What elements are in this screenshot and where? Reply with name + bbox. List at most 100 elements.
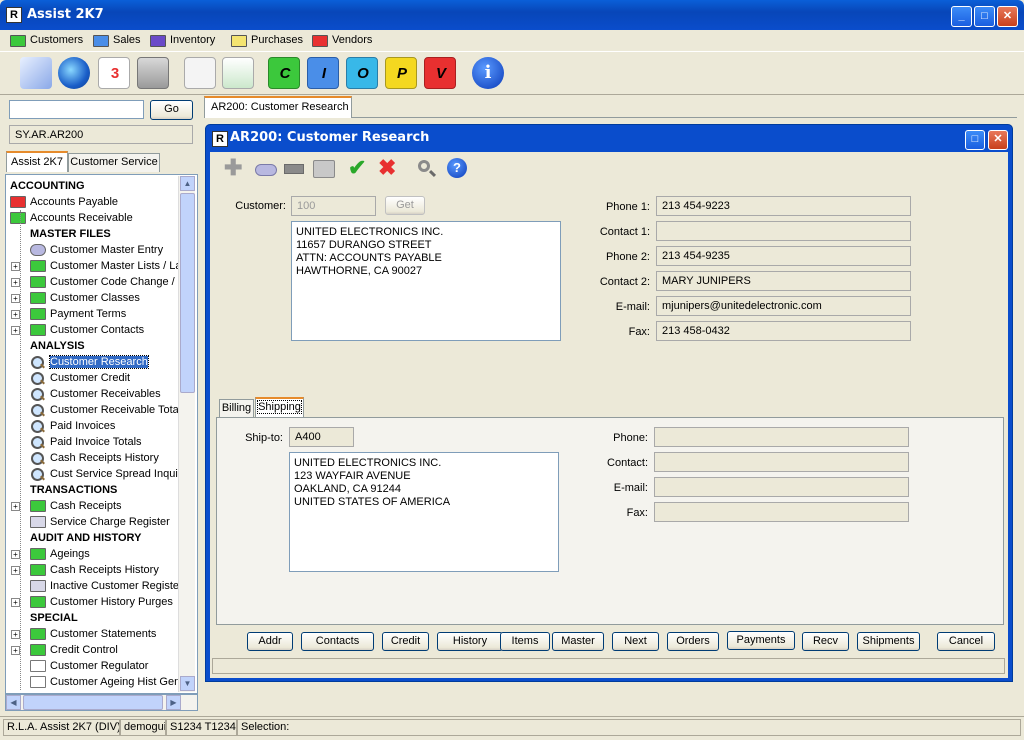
- orders-button[interactable]: Orders: [667, 632, 719, 651]
- menu-sales[interactable]: Sales: [93, 32, 141, 49]
- go-button[interactable]: Go: [150, 100, 193, 120]
- tree-item[interactable]: Inactive Customer Register: [6, 578, 178, 594]
- customer-address[interactable]: UNITED ELECTRONICS INC. 11657 DURANGO ST…: [291, 221, 561, 341]
- tree-item[interactable]: Paid Invoices: [6, 418, 178, 434]
- tree-item[interactable]: + Cash Receipts: [6, 498, 178, 514]
- tree-vertical-scrollbar[interactable]: ▲ ▼: [178, 176, 195, 692]
- tree-item[interactable]: + Ageings: [6, 546, 178, 562]
- menu-purchases[interactable]: Purchases: [231, 32, 303, 49]
- document-icon[interactable]: [184, 57, 216, 89]
- scroll-thumb[interactable]: [180, 193, 195, 393]
- expand-icon[interactable]: +: [11, 294, 20, 303]
- tree-item[interactable]: Customer Research: [6, 354, 178, 370]
- menu-vendors[interactable]: Vendors: [312, 32, 372, 49]
- close-button[interactable]: ✕: [997, 6, 1018, 27]
- form-close-button[interactable]: ✕: [988, 130, 1008, 150]
- print-icon[interactable]: [313, 160, 335, 178]
- tree-item[interactable]: Paid Invoice Totals: [6, 434, 178, 450]
- tree-item[interactable]: + Customer Classes: [6, 290, 178, 306]
- expand-icon[interactable]: +: [11, 550, 20, 559]
- tree-item[interactable]: Customer Receivable Total: [6, 402, 178, 418]
- cancel-x-icon[interactable]: ✖: [378, 156, 402, 180]
- cancel-button[interactable]: Cancel: [937, 632, 995, 651]
- tree-item[interactable]: Customer Ageing Hist Gene: [6, 674, 178, 690]
- tree-item[interactable]: Accounts Payable: [6, 194, 178, 210]
- hscroll-thumb[interactable]: [23, 695, 163, 710]
- tree-item[interactable]: + Customer Statements: [6, 626, 178, 642]
- expand-icon[interactable]: +: [11, 502, 20, 511]
- form-maximize-button[interactable]: □: [965, 130, 985, 150]
- tree-item[interactable]: + Cash Receipts History: [6, 562, 178, 578]
- contact2-field[interactable]: MARY JUNIPERS: [656, 271, 911, 291]
- minus-icon[interactable]: [284, 164, 304, 174]
- orders-folder-icon[interactable]: O: [346, 57, 378, 89]
- search-input[interactable]: [9, 100, 144, 119]
- tab-billing[interactable]: Billing: [219, 399, 254, 417]
- maximize-button[interactable]: □: [974, 6, 995, 27]
- contacts-button[interactable]: Contacts: [301, 632, 374, 651]
- expand-icon[interactable]: +: [11, 630, 20, 639]
- menu-inventory[interactable]: Inventory: [150, 32, 215, 49]
- expand-icon[interactable]: +: [11, 262, 20, 271]
- payments-button[interactable]: Payments: [727, 631, 795, 650]
- tree-item[interactable]: Customer Regulator: [6, 658, 178, 674]
- tree-item[interactable]: + Payment Terms: [6, 306, 178, 322]
- tree-item[interactable]: Customer Master Entry: [6, 242, 178, 258]
- calculator-icon[interactable]: [137, 57, 169, 89]
- customers-folder-icon[interactable]: C: [268, 57, 300, 89]
- mail-icon[interactable]: [20, 57, 52, 89]
- vendors-folder-icon[interactable]: V: [424, 57, 456, 89]
- globe-icon[interactable]: [58, 57, 90, 89]
- info-icon[interactable]: i: [472, 57, 504, 89]
- tree-item[interactable]: Cash Receipts History: [6, 450, 178, 466]
- purchases-folder-icon[interactable]: P: [385, 57, 417, 89]
- tree-item[interactable]: + Customer Code Change / D: [6, 274, 178, 290]
- help-icon[interactable]: ?: [447, 158, 467, 178]
- ship-email-field[interactable]: [654, 477, 909, 497]
- expand-icon[interactable]: +: [11, 566, 20, 575]
- history-button[interactable]: History: [437, 632, 503, 651]
- ship-fax-field[interactable]: [654, 502, 909, 522]
- report-icon[interactable]: [222, 57, 254, 89]
- tab-ar200[interactable]: AR200: Customer Research: [204, 96, 352, 118]
- tree-item[interactable]: Service Charge Register: [6, 514, 178, 530]
- fax-field[interactable]: 213 458-0432: [656, 321, 911, 341]
- items-button[interactable]: Items: [500, 632, 550, 651]
- tree-item[interactable]: Customer Receivables: [6, 386, 178, 402]
- tree-item[interactable]: + Customer Master Lists / Lab: [6, 258, 178, 274]
- check-icon[interactable]: ✔: [348, 156, 372, 180]
- recv-button[interactable]: Recv: [802, 632, 849, 651]
- tree-item[interactable]: + Customer Contacts: [6, 322, 178, 338]
- tree-item[interactable]: Cust Service Spread Inquir: [6, 466, 178, 482]
- expand-icon[interactable]: +: [11, 646, 20, 655]
- ship-phone-field[interactable]: [654, 427, 909, 447]
- search-icon[interactable]: [417, 159, 437, 179]
- inventory-folder-icon[interactable]: I: [307, 57, 339, 89]
- scroll-right-icon[interactable]: ▶: [166, 695, 181, 710]
- shipto-field[interactable]: A400: [289, 427, 354, 447]
- phone2-field[interactable]: 213 454-9235: [656, 246, 911, 266]
- tree-horizontal-scrollbar[interactable]: ◀ ▶: [5, 694, 198, 711]
- expand-icon[interactable]: +: [11, 326, 20, 335]
- expand-icon[interactable]: +: [11, 598, 20, 607]
- tree-item[interactable]: + Customer History Purges: [6, 594, 178, 610]
- tree-item[interactable]: Customer Credit: [6, 370, 178, 386]
- add-icon[interactable]: ✚: [224, 157, 246, 180]
- ship-contact-field[interactable]: [654, 452, 909, 472]
- next-button[interactable]: Next: [612, 632, 659, 651]
- contact1-field[interactable]: [656, 221, 911, 241]
- tab-assist-2k7[interactable]: Assist 2K7: [6, 151, 68, 172]
- eraser-icon[interactable]: [255, 164, 277, 176]
- scroll-left-icon[interactable]: ◀: [6, 695, 21, 710]
- master-button[interactable]: Master: [552, 632, 604, 651]
- minimize-button[interactable]: _: [951, 6, 972, 27]
- expand-icon[interactable]: +: [11, 278, 20, 287]
- get-button[interactable]: Get: [385, 196, 425, 215]
- tree-item[interactable]: Accounts Receivable: [6, 210, 178, 226]
- customer-field[interactable]: 100: [291, 196, 376, 216]
- tab-customer-service[interactable]: Customer Service: [68, 153, 160, 172]
- tree-item[interactable]: + Credit Control: [6, 642, 178, 658]
- menu-customers[interactable]: Customers: [10, 32, 83, 49]
- scroll-down-icon[interactable]: ▼: [180, 676, 195, 691]
- calendar-icon[interactable]: 3: [98, 57, 130, 89]
